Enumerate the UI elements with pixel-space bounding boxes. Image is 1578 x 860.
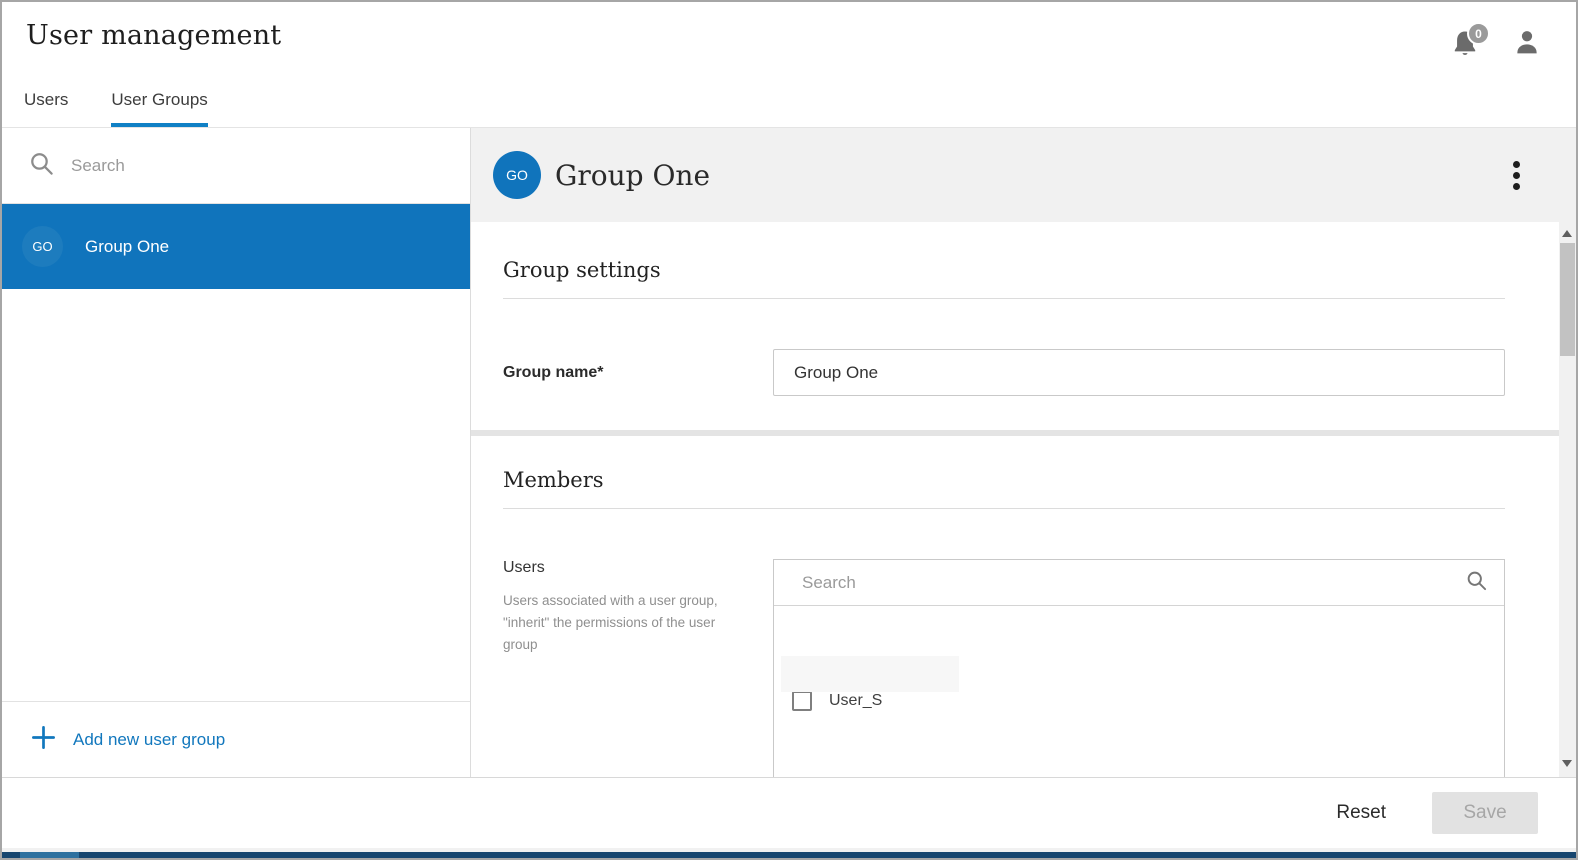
- page-title: User management: [26, 20, 281, 51]
- users-search-row: [774, 560, 1504, 606]
- members-users-field-row: Users Users associated with a user group…: [503, 559, 1505, 777]
- users-option-list: Stibo Nine User_S: [774, 651, 1504, 777]
- group-name-label: Group name*: [503, 364, 773, 382]
- members-section: Members Users Users associated with a us…: [471, 436, 1559, 777]
- users-picker: Stibo Nine User_S: [773, 559, 1505, 777]
- plus-icon: [30, 724, 57, 756]
- search-icon: [28, 150, 55, 182]
- tab-bar: Users User Groups: [24, 90, 208, 127]
- save-button[interactable]: Save: [1432, 792, 1538, 834]
- members-heading: Members: [503, 468, 1505, 492]
- users-search-input[interactable]: [802, 573, 1455, 593]
- sidebar-item-group-one[interactable]: GO Group One: [2, 204, 470, 289]
- group-detail-content: Group settings Group name*: [471, 222, 1576, 777]
- hover-highlight: [781, 656, 959, 692]
- sidebar-search: [2, 128, 470, 204]
- group-settings-section: Group settings Group name*: [471, 222, 1559, 430]
- tab-users[interactable]: Users: [24, 90, 68, 127]
- action-bar: Reset Save: [2, 777, 1576, 848]
- app-window: User management Users User Groups 0: [0, 0, 1578, 860]
- header-icons: 0: [1448, 26, 1542, 64]
- form-scroll-area: Group settings Group name*: [471, 222, 1559, 777]
- reset-button[interactable]: Reset: [1336, 802, 1386, 824]
- user-checkbox[interactable]: [792, 691, 812, 711]
- scrollbar-thumb[interactable]: [1560, 243, 1575, 356]
- divider: [503, 508, 1505, 509]
- account-button[interactable]: [1512, 26, 1542, 63]
- scroll-down-arrow-icon[interactable]: [1562, 760, 1572, 767]
- users-field-description: Users associated with a user group, "inh…: [503, 590, 745, 656]
- bottom-navy-bar: [2, 852, 1576, 858]
- sidebar-search-input[interactable]: [71, 156, 450, 176]
- users-field-label: Users: [503, 559, 773, 577]
- group-header-avatar: GO: [493, 151, 541, 199]
- app-body: GO Group One Add new user group GO Group…: [2, 128, 1576, 777]
- user-icon: [1512, 45, 1542, 62]
- sidebar: GO Group One Add new user group: [2, 128, 471, 777]
- scroll-up-arrow-icon[interactable]: [1562, 230, 1572, 237]
- user-option-label: User_S: [829, 692, 882, 710]
- horizontal-scrollbar-thumb[interactable]: [20, 852, 79, 858]
- group-header-title: Group One: [555, 159, 710, 192]
- add-user-group-label: Add new user group: [73, 730, 225, 750]
- group-settings-heading: Group settings: [503, 258, 1505, 282]
- sidebar-spacer: [2, 289, 470, 701]
- app-header: User management Users User Groups 0: [2, 2, 1576, 128]
- bell-icon: [1448, 49, 1482, 66]
- group-item-label: Group One: [85, 237, 169, 257]
- kebab-menu-icon[interactable]: [1509, 157, 1524, 194]
- group-avatar: GO: [22, 226, 63, 267]
- group-name-input[interactable]: [773, 349, 1505, 396]
- group-detail-header: GO Group One: [471, 128, 1576, 222]
- notifications-button[interactable]: 0: [1448, 26, 1484, 64]
- divider: [503, 298, 1505, 299]
- search-icon: [1465, 569, 1488, 597]
- group-name-field-row: Group name*: [503, 349, 1505, 430]
- main-panel: GO Group One Group settings Group name*: [471, 128, 1576, 777]
- tab-user-groups[interactable]: User Groups: [111, 90, 207, 127]
- vertical-scrollbar[interactable]: [1559, 222, 1576, 777]
- notification-badge: 0: [1467, 22, 1490, 45]
- add-user-group-button[interactable]: Add new user group: [2, 701, 470, 777]
